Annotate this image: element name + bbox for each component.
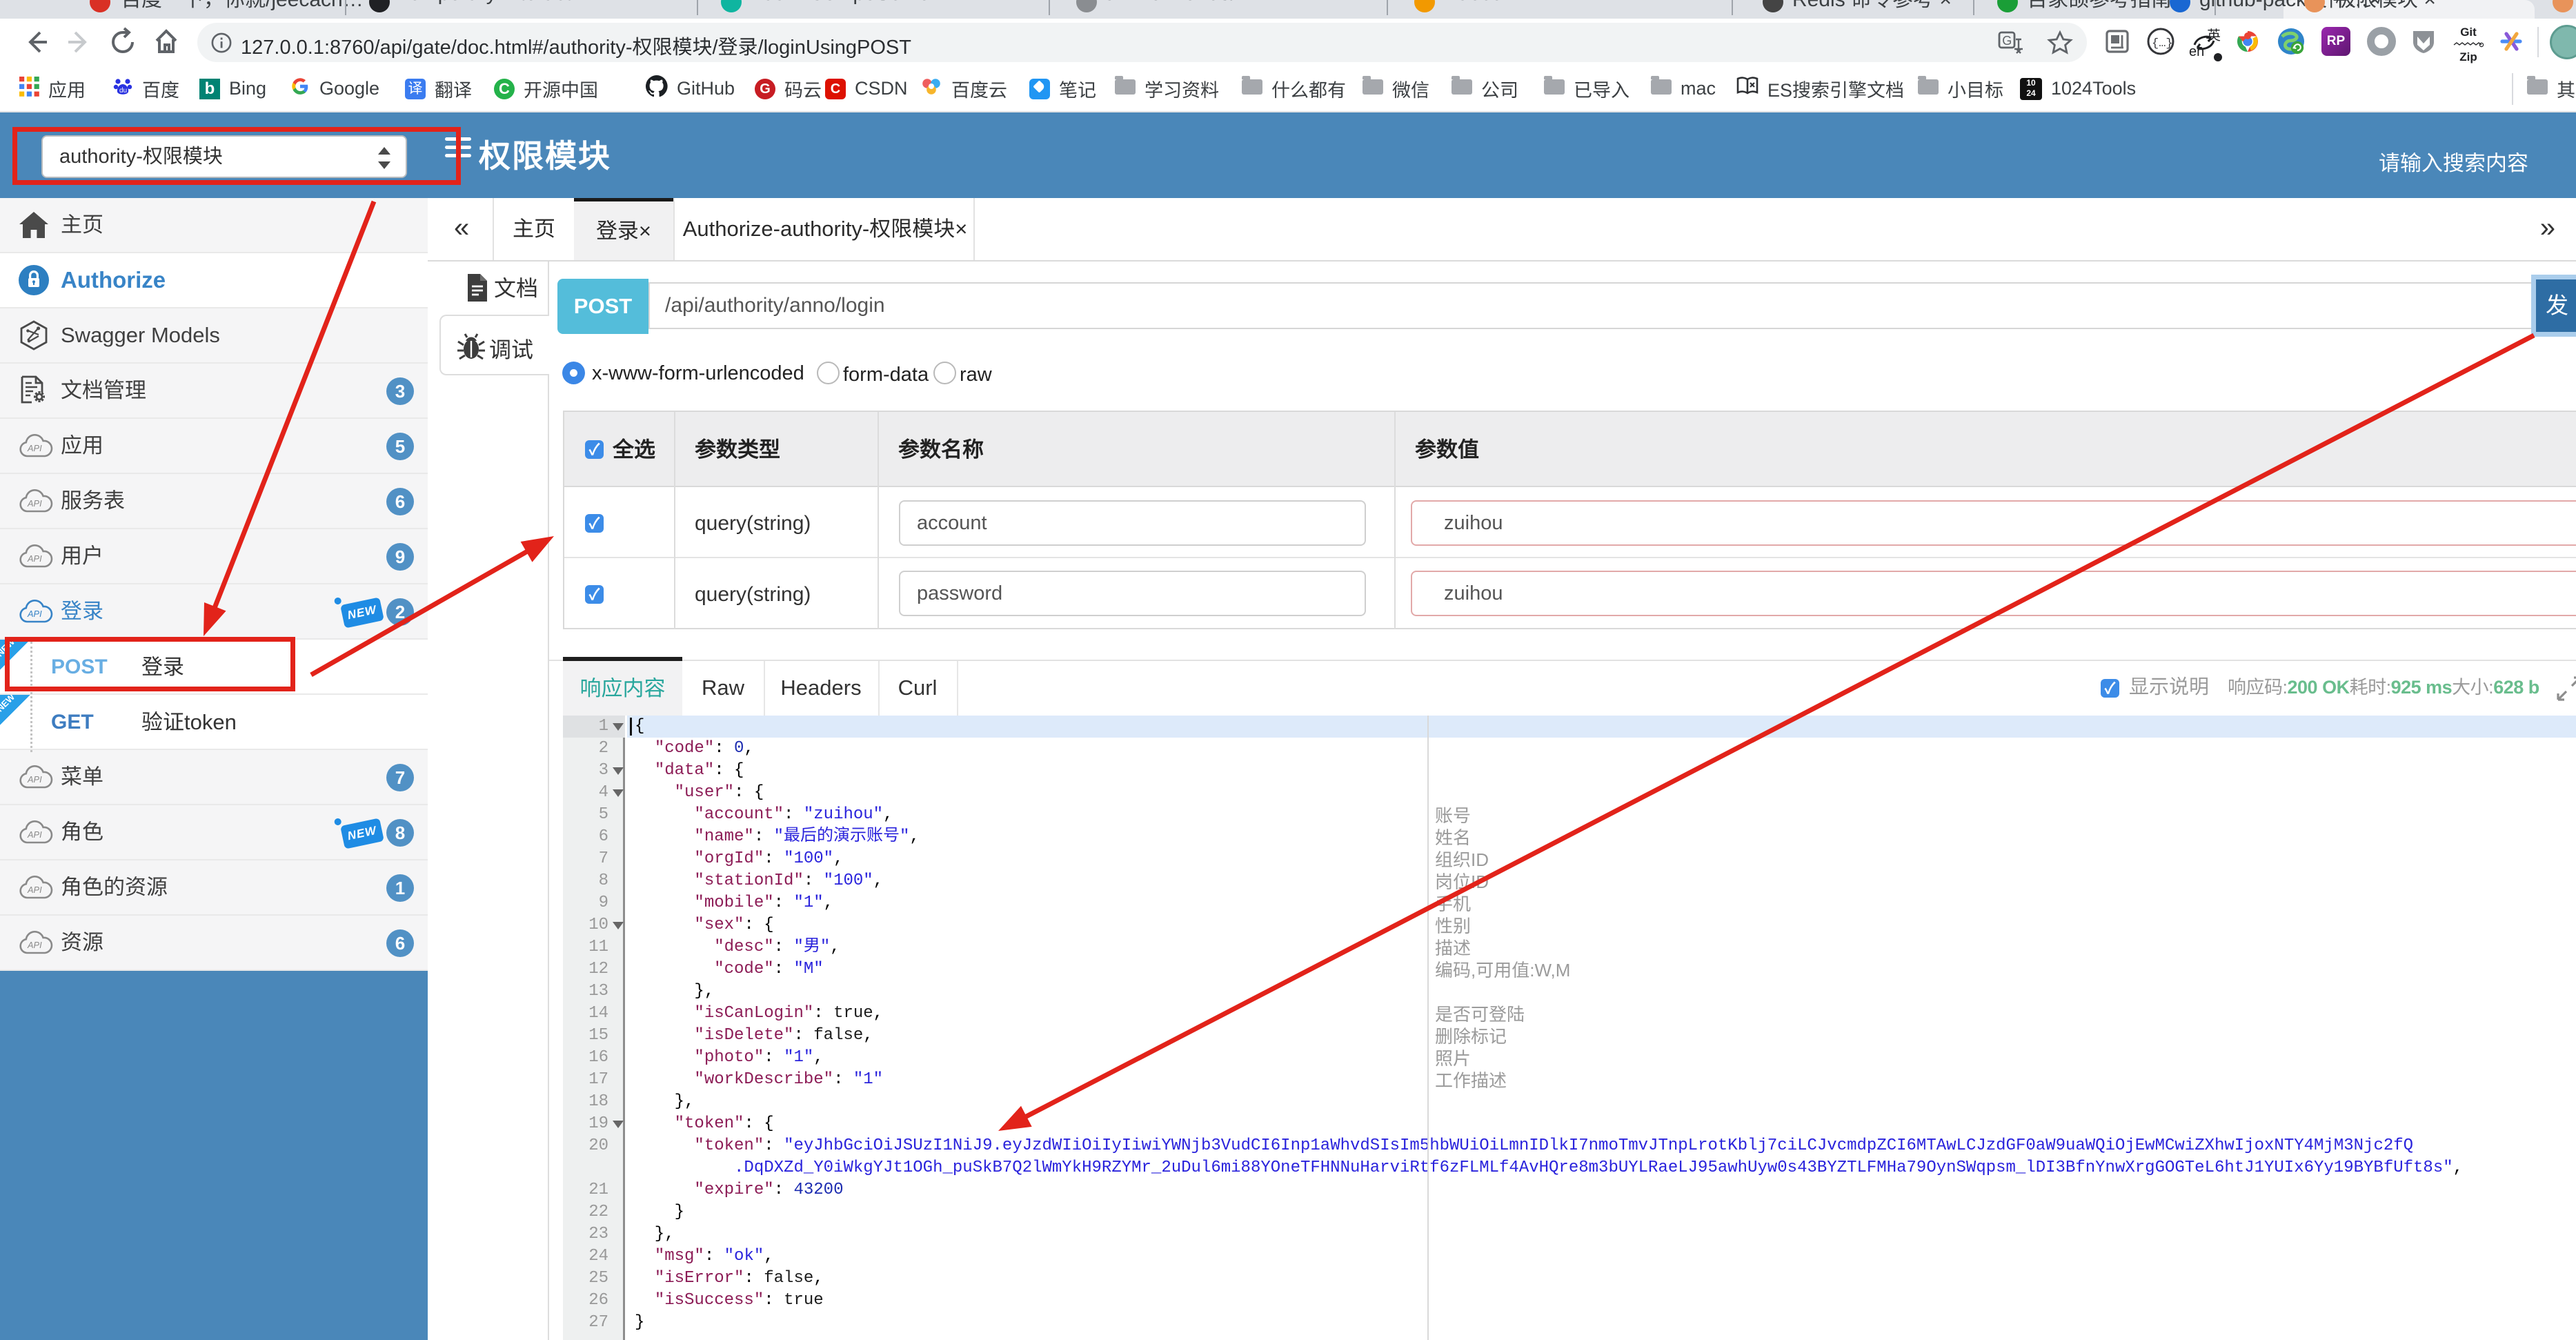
svg-text:API: API — [27, 940, 42, 950]
svg-text:API: API — [27, 609, 42, 619]
svg-text:API: API — [27, 498, 42, 509]
svg-text:API: API — [27, 553, 42, 564]
svg-text:API: API — [27, 885, 42, 895]
svg-text:API: API — [27, 774, 42, 785]
svg-text:API: API — [27, 829, 42, 840]
svg-text:G: G — [2002, 34, 2012, 48]
svg-text:du: du — [119, 87, 127, 95]
svg-text:{…}: {…} — [2152, 37, 2173, 50]
svg-text:API: API — [27, 443, 42, 453]
